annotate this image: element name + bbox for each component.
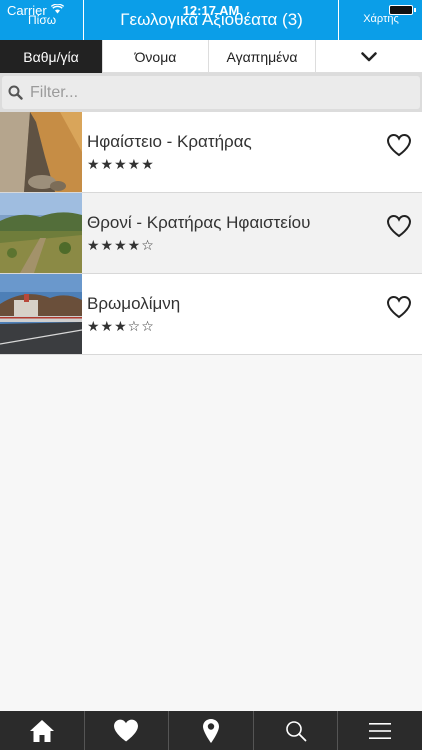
site-thumbnail [0, 274, 82, 354]
sort-tab-name[interactable]: Όνομα [103, 40, 209, 73]
bottom-tab-bar [0, 711, 422, 750]
sort-tab-rating[interactable]: Βαθμ/γία [0, 40, 103, 73]
map-label: Χάρτης [363, 13, 399, 25]
rating-stars: ★★★☆☆ [87, 319, 155, 335]
heart-icon[interactable] [386, 133, 412, 157]
back-label: Πίσω [28, 13, 57, 27]
search-icon [8, 85, 23, 100]
heart-icon [114, 719, 139, 742]
list-item[interactable]: Βρωμολίμνη ★★★☆☆ [0, 274, 422, 355]
filter-bar [0, 73, 422, 112]
header-bar: Carrier 12:17 AM Πίσω Γεωλογικά Αξιοθέατ… [0, 0, 422, 40]
tab-menu[interactable] [338, 711, 422, 750]
location-pin-icon [202, 718, 219, 743]
sites-list: Ηφαίστειο - Κρατήρας ★★★★★ Θρονί - Κρατή… [0, 112, 422, 355]
site-name: Θρονί - Κρατήρας Ηφαιστείου [87, 213, 311, 232]
chevron-down-icon [361, 51, 377, 61]
rating-stars: ★★★★☆ [87, 238, 155, 254]
heart-icon[interactable] [386, 295, 412, 319]
search-icon [285, 720, 306, 741]
home-icon [29, 719, 54, 742]
site-name: Ηφαίστειο - Κρατήρας [87, 132, 252, 151]
menu-icon [369, 722, 392, 739]
site-name: Βρωμολίμνη [87, 294, 181, 313]
heart-icon[interactable] [386, 214, 412, 238]
tab-search[interactable] [254, 711, 339, 750]
site-thumbnail [0, 112, 82, 192]
sort-bar: Βαθμ/γία Όνομα Αγαπημένα [0, 40, 422, 73]
tab-home[interactable] [0, 711, 85, 750]
list-item[interactable]: Θρονί - Κρατήρας Ηφαιστείου ★★★★☆ [0, 193, 422, 274]
back-button[interactable]: Πίσω [0, 0, 84, 40]
map-button[interactable]: Χάρτης [338, 0, 422, 40]
filter-input[interactable] [30, 76, 410, 109]
list-item[interactable]: Ηφαίστειο - Κρατήρας ★★★★★ [0, 112, 422, 193]
page-title: Γεωλογικά Αξιοθέατα (3) [120, 10, 303, 29]
rating-stars: ★★★★★ [87, 157, 155, 173]
site-thumbnail [0, 193, 82, 273]
sort-dropdown-button[interactable] [316, 40, 422, 73]
filter-box [2, 76, 420, 109]
sort-tab-favorites[interactable]: Αγαπημένα [209, 40, 316, 73]
tab-map[interactable] [169, 711, 254, 750]
tab-favorites[interactable] [85, 711, 170, 750]
